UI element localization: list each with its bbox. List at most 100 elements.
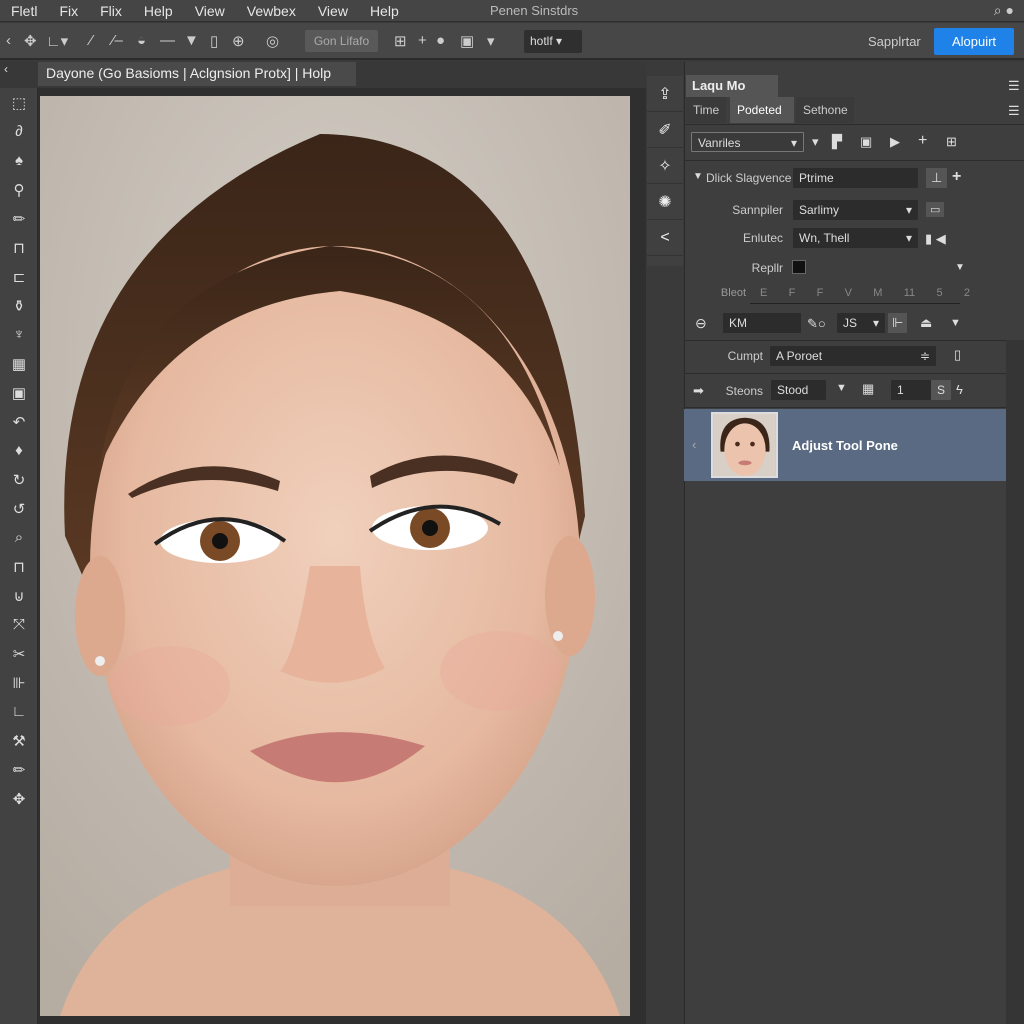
section-field[interactable]: Ptrime [793,168,918,188]
line-icon[interactable]: ∟ [0,697,38,726]
rotate-icon[interactable]: ↻ [0,465,38,494]
chevron-left-icon[interactable]: ‹ [692,437,696,452]
minus-icon[interactable]: — [160,32,175,49]
preset-select[interactable]: Vanriles ▾ [691,132,804,152]
scale-value[interactable]: 5 [936,287,942,299]
enlutec-select[interactable]: Wn, Thell ▾ [793,228,918,248]
expand-icon[interactable]: ▼ [693,171,703,182]
brush-icon[interactable]: ♠ [0,146,38,175]
back-icon[interactable]: ‹ [6,32,11,49]
image-icon[interactable]: ▭ [926,202,945,217]
play-icon[interactable]: ▶ [890,134,900,150]
menu-item[interactable]: View [307,3,359,19]
menu-item[interactable]: Vewbex [236,3,307,19]
panel-menu-icon[interactable]: ☰ [1008,78,1020,94]
history-icon[interactable]: ↺ [0,494,38,523]
menu-item[interactable]: View [184,3,236,19]
mask-icon[interactable]: ⊕ [232,32,245,50]
secondary-button[interactable]: Sapplrtar [868,34,921,49]
menu-item[interactable]: Fletl [0,3,48,19]
paint-icon[interactable]: ▛ [832,134,842,150]
image-icon[interactable]: ▣ [460,32,474,50]
anchor-icon[interactable]: ⊥ [926,168,948,188]
copy-icon[interactable]: ▯ [210,32,218,50]
add-icon[interactable]: + [418,32,427,49]
chevron-down-icon[interactable]: ▼ [836,382,847,394]
primary-button[interactable]: Alopuirt [934,28,1014,55]
lightning-icon[interactable]: ϟ [956,382,963,397]
document-icon[interactable]: ▯ [954,347,961,363]
menu-item[interactable]: Help [359,3,410,19]
scale-value[interactable]: 11 [904,287,915,299]
circle-icon[interactable]: ⊖ [695,315,707,332]
selection-icon[interactable]: ⬚ [0,88,38,117]
zoom-icon[interactable]: ⌕ [0,523,38,552]
scale-value[interactable]: M [873,287,882,299]
scale-value[interactable]: V [845,287,852,299]
rect-select-icon[interactable]: ▣ [0,378,38,407]
grid-icon[interactable]: ⊞ [394,32,407,50]
healing-icon[interactable]: ✥ [0,784,38,813]
slice-icon[interactable]: ⊪ [0,668,38,697]
layout-icon[interactable]: ▦ [862,381,874,397]
add-icon[interactable]: + [952,168,961,186]
crop-icon[interactable]: ∟▾ [46,32,68,50]
js-select[interactable]: JS ▾ [837,313,885,333]
line-icon[interactable]: ⁄– [112,32,123,49]
chevron-down-icon[interactable]: ▼ [955,262,965,273]
ruler-icon[interactable]: ⊓ [0,552,38,581]
chevron-down-icon[interactable]: ▾ [487,32,495,50]
pencil-icon[interactable]: ✎○ [807,316,826,332]
clone-stamp-icon[interactable]: ⚲ [0,175,38,204]
chevron-down-icon[interactable]: ▾ [812,134,819,150]
compt-field[interactable]: A Poroet ≑ [770,346,936,366]
scissors-icon[interactable]: ✂ [0,639,38,668]
panel-scrollbar[interactable] [1006,340,1024,1024]
crop-icon[interactable]: ⊓ [0,233,38,262]
document-tab[interactable]: Dayone (Go Basioms | Aclgnsion Protx] | … [38,62,356,86]
menu-item[interactable]: Help [133,3,184,19]
pen-icon[interactable]: ♆ [0,320,38,349]
gear-icon[interactable]: ✺ [647,184,683,220]
tab-time[interactable]: Time [686,97,727,123]
upload-icon[interactable]: ⇪ [647,76,683,112]
scale-value[interactable]: F [817,287,824,299]
move-icon[interactable]: ⊍ [0,581,38,610]
marquee-icon[interactable]: ⊏ [0,262,38,291]
arrow-right-icon[interactable]: ➡ [693,383,704,399]
scale-value[interactable]: 2 [964,287,970,299]
brush-icon[interactable]: ⁄ [90,32,93,49]
dodge-icon[interactable]: ♦ [0,436,38,465]
mode-select[interactable]: hotlf ▾ [524,30,582,53]
lasso-icon[interactable]: ∂ [0,117,38,146]
gradient-icon[interactable]: ▼ [184,32,199,49]
move-icon[interactable]: ✥ [24,32,37,50]
stepper-icon[interactable]: ≑ [920,349,930,363]
sampler-select[interactable]: Sarlimy ▾ [793,200,918,220]
km-field[interactable]: KM [723,313,801,333]
menu-item[interactable]: Fix [48,3,89,19]
steps-select[interactable]: Stood [771,380,826,400]
steps-number[interactable]: 1 [891,380,931,400]
tag-icon[interactable]: ▮ ◀ [925,231,946,247]
add-icon[interactable]: + [918,132,927,150]
tab-podeted[interactable]: Podeted [730,97,794,123]
steps-unit[interactable]: S [931,380,951,400]
tabs-menu-icon[interactable]: ☰ [1008,103,1020,119]
search-icon[interactable]: ⌕ [994,2,1002,18]
share-icon[interactable]: < [647,220,683,256]
clock-icon[interactable]: ◎ [266,32,279,50]
transform-icon[interactable]: ⤧ [0,610,38,639]
chevron-down-icon[interactable]: ▼ [950,317,961,329]
toolbar-button[interactable]: Gon Lifafo [305,30,378,52]
settings-icon[interactable]: ● [1006,2,1014,18]
color-swatch[interactable] [792,260,806,274]
scale-value[interactable]: F [789,287,796,299]
grid-icon[interactable]: ▦ [0,349,38,378]
stamp-icon[interactable]: ⚱ [0,291,38,320]
hat-icon[interactable]: ⏏ [920,315,932,331]
pencil-icon[interactable]: ✏ [0,755,38,784]
flag-icon[interactable]: ⊩ [888,313,908,333]
eyedropper-icon[interactable]: ⚒ [0,726,38,755]
eraser-icon[interactable]: ◒ [137,32,146,49]
